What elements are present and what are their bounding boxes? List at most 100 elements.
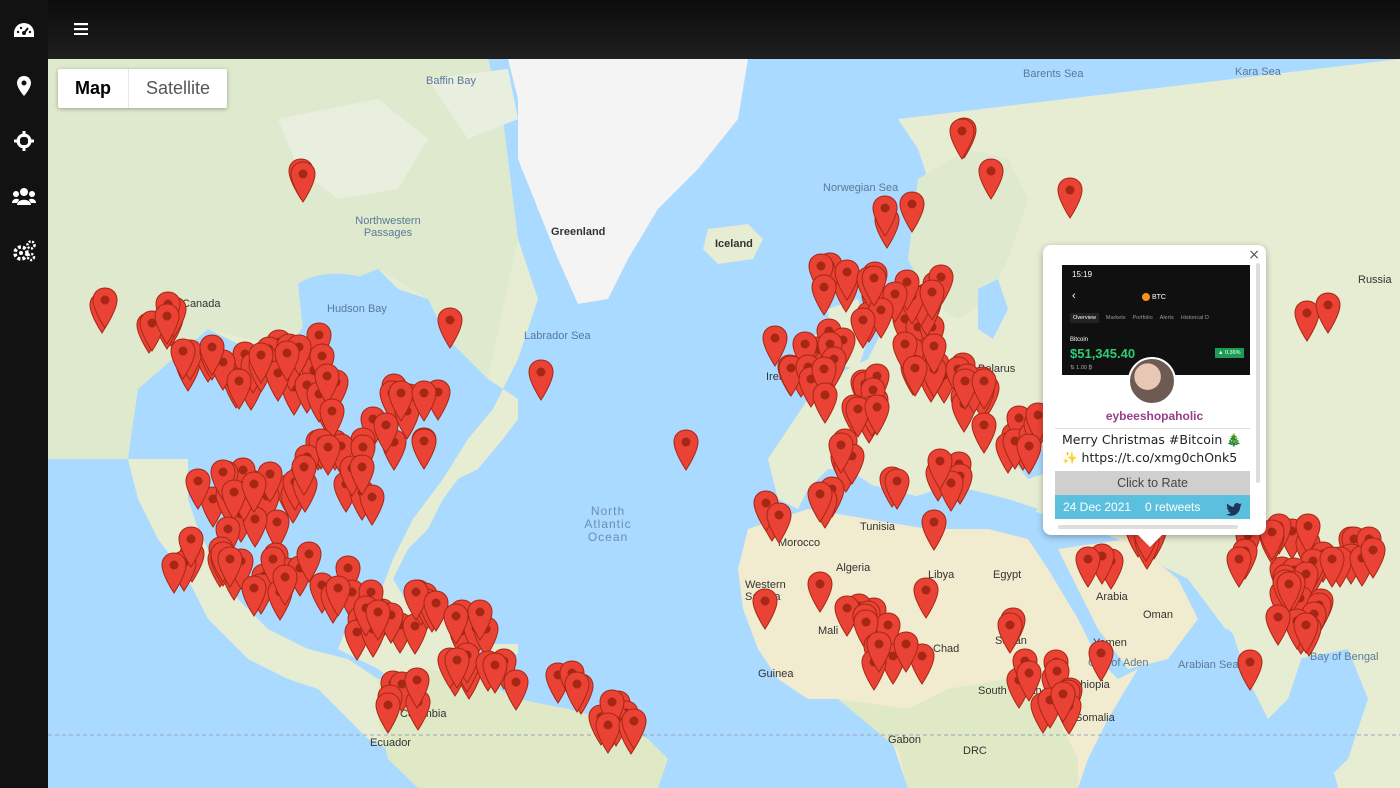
map-marker-pin-icon[interactable] [217, 546, 243, 593]
screenshot-tabs: Overview Markets Portfolio Alerts Histor… [1070, 313, 1209, 323]
map-marker-pin-icon[interactable] [373, 412, 399, 459]
map-marker-pin-icon[interactable] [893, 631, 919, 678]
map-marker-pin-icon[interactable] [949, 118, 975, 165]
map-marker-pin-icon[interactable] [444, 647, 470, 694]
map-label: Kara Sea [1235, 66, 1281, 78]
rate-button[interactable]: Click to Rate [1055, 471, 1250, 495]
map-label: Guinea [758, 668, 794, 680]
top-bar [48, 0, 1400, 59]
map-marker-pin-icon[interactable] [864, 394, 890, 441]
coin-code: BTC [1151, 293, 1166, 301]
users-nav-button[interactable] [0, 176, 48, 216]
map-marker-pin-icon[interactable] [927, 448, 953, 495]
map-marker-pin-icon[interactable] [971, 368, 997, 415]
map-marker-pin-icon[interactable] [404, 667, 430, 714]
twitter-icon[interactable] [1226, 500, 1242, 524]
map-marker-pin-icon[interactable] [161, 552, 187, 599]
users-icon [12, 188, 36, 205]
map-marker-pin-icon[interactable] [811, 274, 837, 321]
map-marker-pin-icon[interactable] [902, 355, 928, 402]
map-label: Labrador Sea [524, 330, 591, 342]
screenshot-tab: Portfolio [1132, 315, 1153, 321]
avatar[interactable] [1128, 357, 1176, 405]
map-marker-pin-icon[interactable] [861, 265, 887, 312]
map-marker-pin-icon[interactable] [349, 453, 375, 501]
settings-nav-button[interactable] [0, 231, 48, 271]
screenshot-sub: ⇅ 1.00 ₿ [1070, 365, 1093, 371]
map-marker-pin-icon[interactable] [315, 434, 341, 481]
map-marker-pin-icon[interactable] [290, 161, 316, 208]
map-type-satellite-button[interactable]: Satellite [129, 69, 227, 108]
map-marker-pin-icon[interactable] [1075, 546, 1101, 593]
map-marker-pin-icon[interactable] [913, 577, 939, 624]
map-marker-pin-icon[interactable] [1237, 649, 1263, 696]
map-marker-pin-icon[interactable] [437, 307, 463, 354]
map-marker-pin-icon[interactable] [919, 279, 945, 326]
map-marker-pin-icon[interactable] [807, 481, 833, 528]
map-marker-pin-icon[interactable] [766, 502, 792, 549]
map-marker-pin-icon[interactable] [1226, 546, 1252, 593]
map-marker-pin-icon[interactable] [170, 338, 196, 385]
screenshot-tab: Overview [1070, 313, 1099, 323]
map-marker-pin-icon[interactable] [226, 368, 252, 415]
map-marker-pin-icon[interactable] [375, 692, 401, 739]
dashboard-nav-button[interactable] [0, 11, 48, 51]
map-marker-pin-icon[interactable] [828, 432, 854, 479]
map-marker-pin-icon[interactable] [482, 652, 508, 699]
map-marker-pin-icon[interactable] [884, 468, 910, 515]
retweet-count: 0 retweets [1145, 500, 1201, 514]
map-marker-pin-icon[interactable] [1293, 612, 1319, 659]
close-popup-button[interactable]: × [1248, 247, 1260, 263]
map-marker-pin-icon[interactable] [1315, 292, 1341, 339]
map-marker-pin-icon[interactable] [872, 195, 898, 242]
map-marker-pin-icon[interactable] [921, 509, 947, 556]
map-marker-pin-icon[interactable] [564, 671, 590, 718]
map-marker-pin-icon[interactable] [1057, 177, 1083, 224]
map-marker-pin-icon[interactable] [1319, 546, 1345, 593]
map-marker-pin-icon[interactable] [812, 382, 838, 429]
map-label: Russia [1358, 274, 1392, 286]
map-marker-pin-icon[interactable] [899, 191, 925, 238]
username[interactable]: eybeeshopaholic [1053, 409, 1256, 423]
map-label: Oman [1143, 609, 1173, 621]
map-marker-pin-icon[interactable] [673, 429, 699, 476]
screenshot-change: ▲ 0.36% [1215, 348, 1244, 358]
map-marker-pin-icon[interactable] [807, 571, 833, 618]
map-marker-pin-icon[interactable] [528, 359, 554, 406]
map-marker-pin-icon[interactable] [1360, 537, 1386, 584]
map-marker-pin-icon[interactable] [467, 599, 493, 646]
map-marker-pin-icon[interactable] [272, 564, 298, 611]
map-label: Iceland [715, 238, 753, 250]
map-marker-pin-icon[interactable] [1265, 604, 1291, 651]
world-map[interactable]: Map Satellite Baffin Bay Barents Sea Kar… [48, 59, 1400, 788]
map-marker-pin-icon[interactable] [752, 588, 778, 635]
map-label: Tunisia [860, 521, 896, 533]
map-label: Northwestern Passages [355, 215, 421, 239]
popup-scrollbar[interactable] [1256, 263, 1260, 483]
map-marker-pin-icon[interactable] [1088, 640, 1114, 687]
map-marker-pin-icon[interactable] [325, 575, 351, 622]
popup-horizontal-scrollbar[interactable] [1058, 525, 1238, 529]
map-marker-pin-icon[interactable] [411, 380, 437, 427]
map-marker-pin-icon[interactable] [978, 157, 1004, 205]
map-marker-pin-icon[interactable] [365, 599, 391, 646]
map-marker-pin-icon[interactable] [971, 412, 997, 459]
map-label: North Atlantic Ocean [584, 504, 632, 544]
map-marker-pin-icon[interactable] [1050, 681, 1076, 728]
menu-toggle-button[interactable] [70, 18, 92, 40]
map-type-map-button[interactable]: Map [58, 69, 129, 108]
map-marker-pin-icon[interactable] [1016, 433, 1042, 480]
map-label: Ecuador [370, 737, 411, 749]
map-marker-pin-icon[interactable] [296, 541, 322, 588]
screenshot-tab: Alerts [1159, 315, 1174, 321]
map-marker-pin-icon[interactable] [866, 631, 892, 678]
target-nav-button[interactable] [0, 121, 48, 161]
map-marker-pin-icon[interactable] [291, 454, 317, 501]
map-marker-pin-icon[interactable] [92, 287, 118, 334]
map-marker-pin-icon[interactable] [185, 468, 211, 515]
locations-nav-button[interactable] [0, 66, 48, 106]
map-marker-pin-icon[interactable] [621, 708, 647, 755]
map-marker-pin-icon[interactable] [241, 471, 267, 518]
sidebar [0, 0, 48, 788]
map-marker-pin-icon[interactable] [199, 334, 225, 381]
